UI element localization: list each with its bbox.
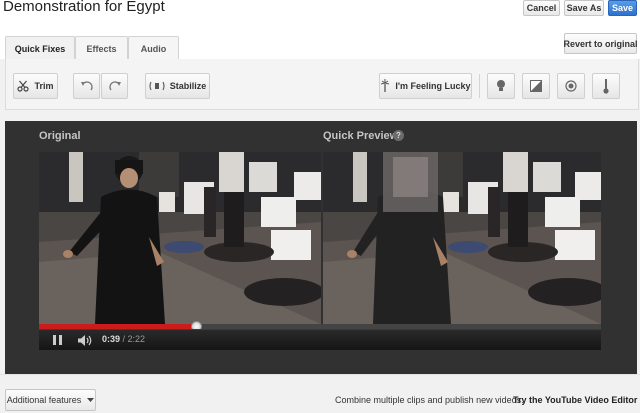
brightness-icon bbox=[497, 80, 505, 91]
stabilize-icon bbox=[149, 81, 165, 91]
additional-features-button[interactable]: Additional features bbox=[5, 389, 96, 411]
brightness-button[interactable] bbox=[487, 73, 515, 99]
toolbar-separator bbox=[479, 74, 480, 98]
lucky-icon bbox=[381, 79, 390, 92]
pause-icon bbox=[52, 335, 62, 345]
rotate-left-icon bbox=[80, 81, 93, 91]
trim-button[interactable]: Trim bbox=[13, 73, 58, 99]
volume-button[interactable] bbox=[77, 333, 95, 347]
contrast-button[interactable] bbox=[522, 73, 550, 99]
save-as-button[interactable]: Save As bbox=[564, 0, 604, 16]
temperature-icon bbox=[603, 79, 609, 94]
help-icon[interactable]: ? bbox=[393, 130, 404, 141]
current-time: 0:39 bbox=[102, 334, 121, 344]
stabilize-label: Stabilize bbox=[169, 81, 207, 91]
quick-preview-video[interactable] bbox=[323, 152, 601, 324]
scissors-icon bbox=[17, 80, 30, 92]
rotate-left-button[interactable] bbox=[73, 73, 100, 99]
rotate-right-button[interactable] bbox=[101, 73, 128, 99]
quick-preview-label: Quick Preview bbox=[323, 130, 399, 142]
stabilize-button[interactable]: Stabilize bbox=[145, 73, 210, 99]
video-editor-link-label: Try the YouTube Video Editor bbox=[513, 395, 638, 405]
tab-audio[interactable]: Audio bbox=[128, 36, 179, 60]
temperature-button[interactable] bbox=[592, 73, 620, 99]
trim-label: Trim bbox=[34, 81, 54, 91]
contrast-icon bbox=[530, 80, 542, 92]
tab-effects[interactable]: Effects bbox=[75, 36, 128, 60]
revert-to-original-button[interactable]: Revert to original bbox=[564, 33, 638, 54]
video-title: Demonstration for Egypt bbox=[3, 0, 165, 15]
saturation-button[interactable] bbox=[557, 73, 585, 99]
pause-button[interactable] bbox=[50, 333, 64, 347]
time-display: 0:39 / 2:22 bbox=[102, 334, 145, 344]
rotate-right-icon bbox=[108, 81, 121, 91]
save-button[interactable]: Save bbox=[608, 0, 637, 16]
original-label: Original bbox=[39, 130, 81, 142]
volume-icon bbox=[78, 334, 92, 346]
additional-features-label: Additional features bbox=[6, 395, 82, 405]
original-video[interactable] bbox=[39, 152, 321, 324]
promo-text: Combine multiple clips and publish new v… bbox=[335, 395, 524, 405]
feeling-lucky-button[interactable]: I'm Feeling Lucky bbox=[379, 73, 472, 99]
cancel-button[interactable]: Cancel bbox=[523, 0, 560, 16]
saturation-icon bbox=[565, 80, 577, 92]
footer-divider bbox=[0, 374, 640, 375]
chevron-down-icon bbox=[87, 398, 95, 402]
feeling-lucky-label: I'm Feeling Lucky bbox=[395, 81, 471, 91]
video-editor-link[interactable]: Try the YouTube Video Editor bbox=[513, 395, 640, 405]
tab-quick-fixes[interactable]: Quick Fixes bbox=[5, 36, 75, 61]
duration: / 2:22 bbox=[122, 334, 146, 344]
